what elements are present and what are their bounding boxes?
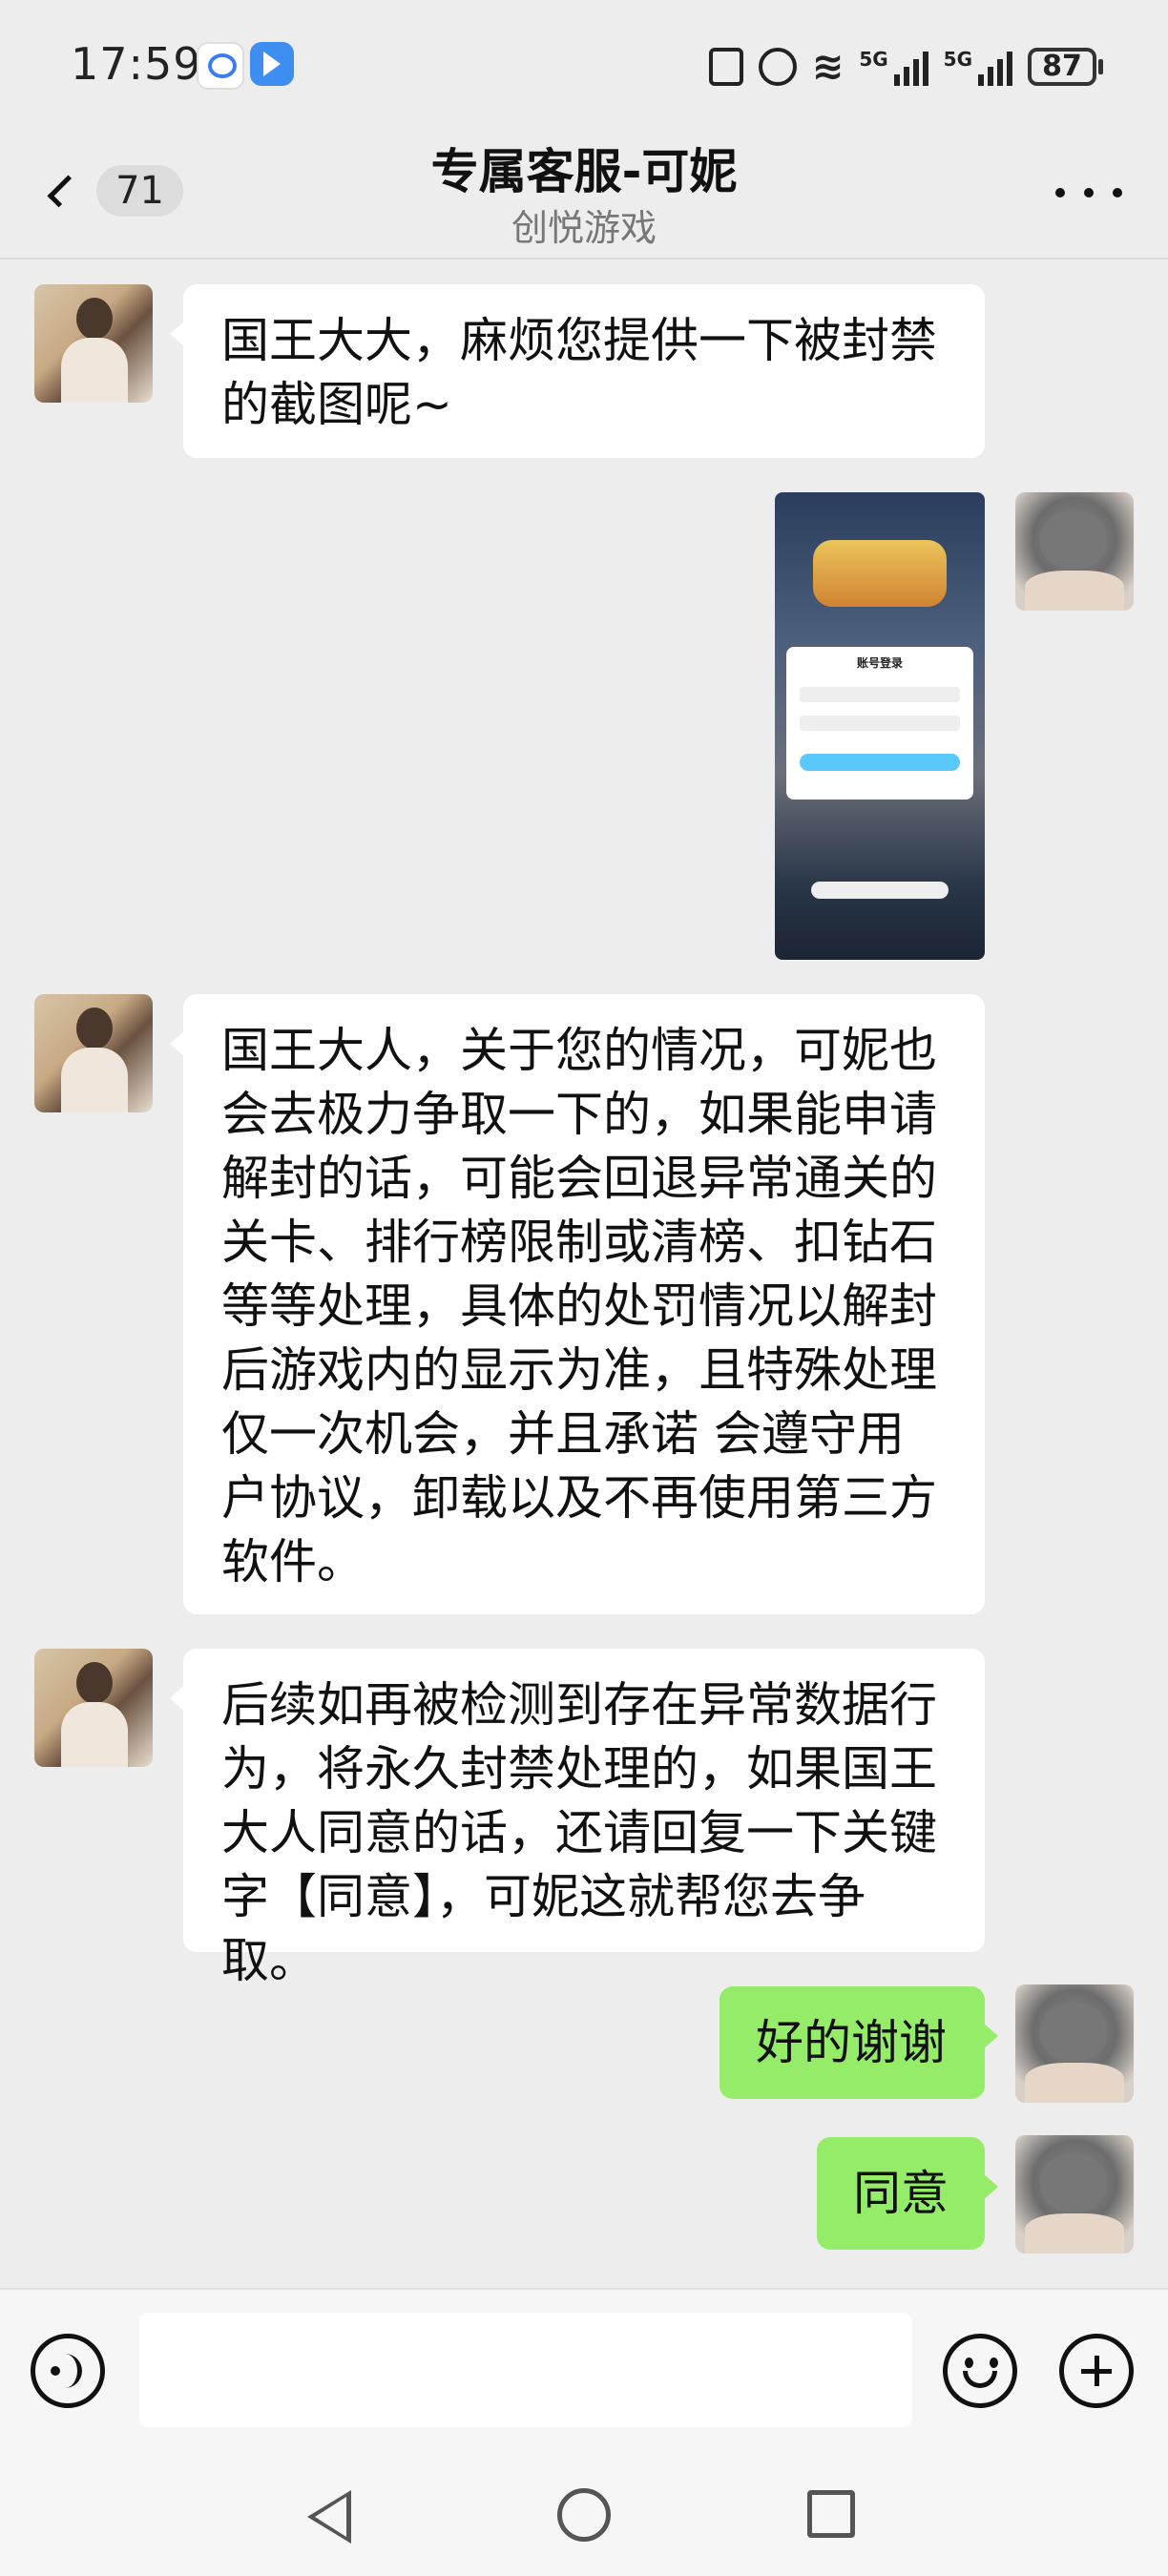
screenshot-image[interactable]: 账号登录 bbox=[775, 492, 985, 960]
input-bar bbox=[0, 2288, 1168, 2452]
message-bubble[interactable]: 后续如再被检测到存在异常数据行为，将永久封禁处理的，如果国王大人同意的话，还请回… bbox=[170, 1649, 985, 1988]
message-bubble-self[interactable]: 好的谢谢 bbox=[720, 1986, 998, 2099]
message-app-icon bbox=[197, 42, 244, 90]
plus-icon[interactable] bbox=[1059, 2334, 1134, 2408]
login-card-title: 账号登录 bbox=[856, 656, 903, 670]
game-logo-image bbox=[813, 540, 947, 607]
more-button[interactable] bbox=[1055, 174, 1122, 212]
emoji-icon[interactable] bbox=[943, 2334, 1017, 2408]
voice-icon[interactable] bbox=[31, 2334, 105, 2408]
password-field bbox=[800, 716, 960, 731]
nfc-icon bbox=[708, 48, 743, 86]
message-bubble[interactable]: 国王大人，关于您的情况，可妮也会去极力争取一下的，如果能申请解封的话，可能会回退… bbox=[170, 994, 985, 1614]
login-button-image bbox=[800, 754, 960, 771]
back-chevron-icon bbox=[47, 174, 80, 208]
status-time: 17:59 bbox=[71, 38, 202, 90]
arrow-app-icon bbox=[250, 42, 294, 86]
system-nav-bar bbox=[0, 2450, 1168, 2576]
message-bubble-self[interactable]: 同意 bbox=[817, 2137, 998, 2250]
system-icons: ≋ 5G 5G 87 bbox=[708, 40, 1103, 93]
message-bubble[interactable]: 国王大大，麻烦您提供一下被封禁的截图呢~ bbox=[170, 284, 985, 458]
nav-home-icon[interactable] bbox=[557, 2488, 611, 2542]
agent-avatar[interactable] bbox=[34, 284, 153, 403]
alarm-icon bbox=[758, 48, 797, 86]
status-bar: 17:59 ≋ 5G 5G 87 bbox=[0, 0, 1168, 134]
user-avatar[interactable] bbox=[1015, 492, 1134, 611]
message-input[interactable] bbox=[139, 2313, 912, 2427]
header-divider bbox=[0, 258, 1168, 260]
back-button[interactable]: 71 bbox=[40, 156, 183, 225]
chat-header: 专属客服-可妮 创悦游戏 71 bbox=[0, 134, 1168, 258]
wifi-icon: ≋ bbox=[811, 45, 845, 89]
user-avatar[interactable] bbox=[1015, 2135, 1134, 2254]
agent-avatar[interactable] bbox=[34, 994, 153, 1112]
nav-back-icon[interactable] bbox=[307, 2490, 351, 2544]
nav-recent-apps-icon[interactable] bbox=[807, 2490, 855, 2538]
user-avatar[interactable] bbox=[1015, 1984, 1134, 2103]
account-field bbox=[800, 687, 960, 702]
battery-icon: 87 bbox=[1028, 48, 1103, 86]
unread-count-badge: 71 bbox=[96, 165, 183, 217]
signal-icon-1: 5G bbox=[859, 48, 928, 86]
agent-avatar[interactable] bbox=[34, 1649, 153, 1767]
signal-icon-2: 5G bbox=[944, 48, 1012, 86]
login-card: 账号登录 bbox=[786, 647, 973, 800]
notice-pill bbox=[811, 882, 949, 899]
battery-level: 87 bbox=[1028, 48, 1096, 86]
more-icon bbox=[1055, 188, 1065, 197]
